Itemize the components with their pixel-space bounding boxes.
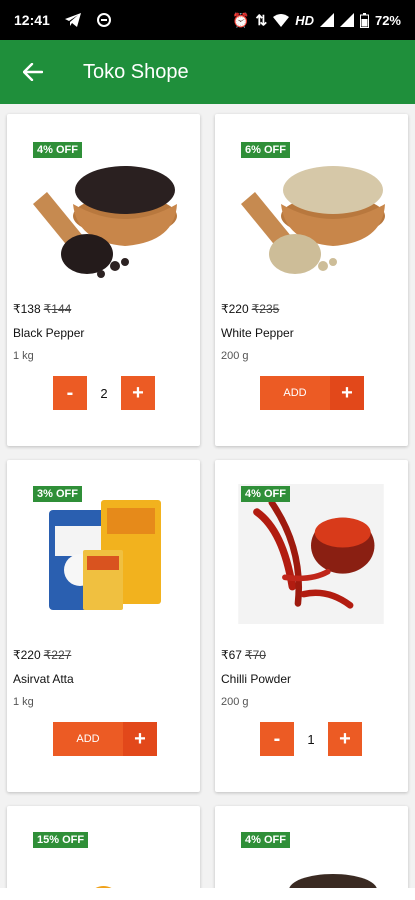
product-quantity: 1 kg — [13, 696, 34, 708]
product-card[interactable]: 3% OFF ₹220 ₹227 Asirvat Atta 1 kg ADD + — [7, 460, 200, 792]
product-quantity: 200 g — [221, 696, 249, 708]
app-bar: Toko Shope — [0, 40, 415, 104]
discount-badge: 6% OFF — [241, 142, 290, 158]
quantity-stepper: - 2 + — [53, 376, 155, 410]
product-card[interactable]: 4% OFF — [215, 806, 408, 888]
price-line: ₹220 ₹227 — [13, 648, 71, 662]
chilli-powder-image — [238, 484, 384, 624]
wifi-icon: ⇅ — [255, 12, 268, 28]
product-card[interactable]: 4% OFF ₹138 ₹144 Black Pepper 1 kg - 2 + — [7, 114, 200, 446]
product-name: Black Pepper — [13, 326, 85, 340]
page-title: Toko Shope — [83, 60, 189, 83]
signal-icon — [319, 13, 334, 27]
price-line: ₹220 ₹235 — [221, 302, 279, 316]
price: ₹67 — [221, 648, 242, 662]
product-card[interactable]: 15% OFF — [7, 806, 200, 888]
product-card[interactable]: 6% OFF ₹220 ₹235 White Pepper 200 g ADD + — [215, 114, 408, 446]
discount-badge: 15% OFF — [33, 832, 89, 848]
quantity-value: 2 — [100, 385, 108, 401]
mrp: ₹235 — [251, 302, 280, 316]
product-card[interactable]: 4% OFF ₹67 ₹70 Chilli Powder 200 g - 1 + — [215, 460, 408, 792]
telegram-icon — [64, 13, 81, 27]
turmeric-image — [95, 886, 112, 888]
quantity-stepper: - 1 + — [260, 722, 362, 756]
back-button[interactable] — [0, 40, 66, 104]
increment-button[interactable]: + — [121, 376, 155, 410]
add-label: ADD — [53, 722, 123, 756]
decrement-button[interactable]: - — [260, 722, 294, 756]
plus-icon: + — [123, 722, 157, 756]
add-label: ADD — [260, 376, 330, 410]
discount-badge: 4% OFF — [241, 832, 290, 848]
add-to-cart-button[interactable]: ADD + — [260, 376, 364, 410]
back-arrow-icon — [23, 63, 43, 81]
battery-level: 72% — [374, 12, 401, 28]
alarm-icon: ⏰ — [232, 12, 250, 28]
product-name: Asirvat Atta — [13, 672, 74, 686]
price-line: ₹67 ₹70 — [221, 648, 266, 662]
network-icon — [273, 14, 290, 27]
product-name: White Pepper — [221, 326, 294, 340]
plus-icon: + — [330, 376, 364, 410]
status-bar: 12:41 ⏰ ⇅ HD 72% — [0, 0, 415, 40]
product-quantity: 1 kg — [13, 350, 34, 362]
price: ₹138 — [13, 302, 41, 316]
add-to-cart-button[interactable]: ADD + — [53, 722, 157, 756]
discount-badge: 4% OFF — [33, 142, 82, 158]
mrp: ₹144 — [43, 302, 72, 316]
price: ₹220 — [221, 302, 249, 316]
price-line: ₹138 ₹144 — [13, 302, 71, 316]
product-name: Chilli Powder — [221, 672, 292, 686]
mrp: ₹227 — [43, 648, 72, 662]
battery-icon — [359, 12, 369, 28]
product-grid: 4% OFF ₹138 ₹144 Black Pepper 1 kg - 2 + … — [0, 104, 415, 888]
data-saver-icon — [96, 13, 111, 27]
network-type: HD — [295, 12, 314, 28]
mrp: ₹70 — [244, 648, 266, 662]
increment-button[interactable]: + — [328, 722, 362, 756]
bottom-edge — [0, 888, 415, 900]
decrement-button[interactable]: - — [53, 376, 87, 410]
quantity-value: 1 — [307, 731, 315, 747]
mustard-seeds-image — [289, 874, 377, 888]
discount-badge: 4% OFF — [241, 486, 290, 502]
status-time: 12:41 — [14, 12, 50, 28]
price: ₹220 — [13, 648, 41, 662]
product-quantity: 200 g — [221, 350, 249, 362]
atta-pack-image — [49, 500, 161, 610]
discount-badge: 3% OFF — [33, 486, 82, 502]
signal-icon-2 — [339, 13, 354, 27]
